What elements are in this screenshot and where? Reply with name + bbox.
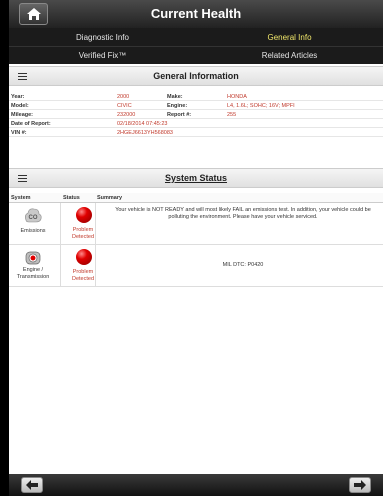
back-button[interactable] — [21, 477, 43, 493]
col-summary: Summary — [97, 195, 123, 201]
mileage-label: Mileage: — [11, 112, 34, 118]
info-row: Mileage: 232000 Report #: 255 — [9, 110, 383, 119]
status-text: Problem Detected — [71, 269, 94, 282]
engine-icon — [25, 251, 41, 265]
col-system: System — [11, 195, 31, 201]
mileage-value: 232000 — [117, 112, 136, 118]
make-label: Make: — [167, 94, 183, 100]
summary-text: MIL DTC: P0420 — [222, 262, 264, 268]
status-table-header: System Status Summary — [9, 193, 383, 203]
table-row[interactable]: CO Emissions Problem Detected Your vehic… — [9, 203, 383, 245]
app-window: Current Health Diagnostic Info General I… — [0, 0, 383, 496]
info-row: Date of Report: 02/18/2014 07:45:23 — [9, 119, 383, 128]
info-row: VIN #: 2HGEJ6613YH568083 — [9, 128, 383, 137]
status-indicator — [76, 249, 92, 265]
year-label: Year: — [11, 94, 25, 100]
top-bar: Current Health — [9, 0, 383, 28]
report-value: 255 — [227, 112, 237, 118]
forward-button[interactable] — [349, 477, 371, 493]
system-status-header: System Status — [9, 168, 383, 188]
table-row[interactable]: Engine / Transmission Problem Detected M… — [9, 245, 383, 287]
engine-label: Engine: — [167, 103, 188, 109]
bottom-bar — [9, 474, 383, 496]
co2-icon: CO — [25, 208, 42, 223]
general-info-table: Year: 2000 Make: HONDA Model: CIVIC Engi… — [9, 92, 383, 137]
tab-related-articles[interactable]: Related Articles — [196, 46, 383, 64]
section-nav: Diagnostic Info General Info Verified Fi… — [9, 28, 383, 64]
vin-label: VIN #: — [11, 130, 27, 136]
system-name: Engine / Transmission — [16, 267, 50, 280]
model-label: Model: — [11, 103, 29, 109]
svg-text:CO: CO — [29, 215, 38, 221]
info-row: Year: 2000 Make: HONDA — [9, 92, 383, 101]
app-frame: Current Health Diagnostic Info General I… — [9, 0, 383, 496]
info-row: Model: CIVIC Engine: L4, 1.6L; SOHC; 16V… — [9, 101, 383, 110]
tab-general-info[interactable]: General Info — [196, 28, 383, 46]
tab-diagnostic-info[interactable]: Diagnostic Info — [9, 28, 196, 46]
system-status-table: System Status Summary CO Emissions Probl… — [9, 193, 383, 287]
status-indicator — [76, 207, 92, 223]
arrow-right-icon — [354, 480, 366, 490]
col-status: Status — [63, 195, 80, 201]
system-status-title[interactable]: System Status — [9, 173, 383, 183]
system-name: Emissions — [20, 228, 46, 234]
general-info-header: General Information — [9, 66, 383, 86]
general-info-title: General Information — [153, 71, 239, 81]
engine-value: L4, 1.6L; SOHC; 16V; MPFI — [227, 103, 295, 109]
status-text: Problem Detected — [71, 227, 94, 240]
date-label: Date of Report: — [11, 121, 51, 127]
year-value: 2000 — [117, 94, 130, 100]
summary-text: Your vehicle is NOT READY and will most … — [115, 207, 371, 220]
make-value: HONDA — [227, 94, 247, 100]
tab-verified-fix[interactable]: Verified Fix™ — [9, 46, 196, 64]
arrow-left-icon — [26, 480, 38, 490]
vin-value: 2HGEJ6613YH568083 — [117, 130, 173, 136]
date-value: 02/18/2014 07:45:23 — [117, 121, 168, 127]
model-value: CIVIC — [117, 103, 132, 109]
page-title: Current Health — [150, 6, 242, 21]
report-label: Report #: — [167, 112, 192, 118]
